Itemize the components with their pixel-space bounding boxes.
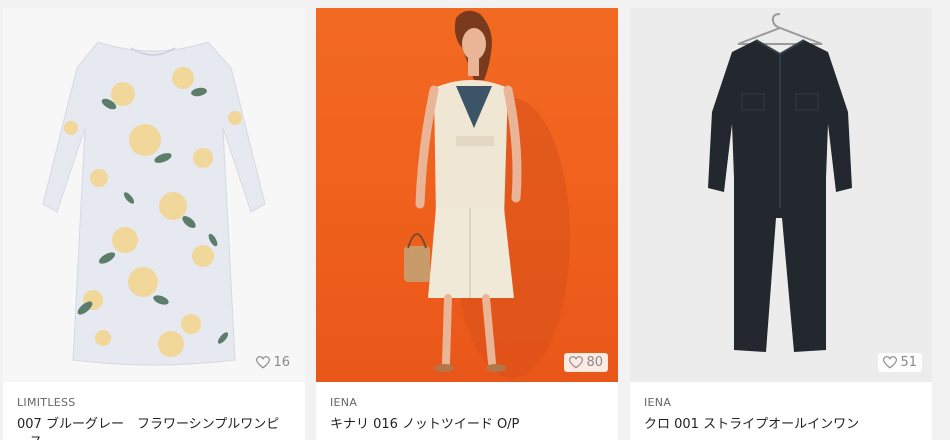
heart-outline-icon (569, 356, 584, 369)
product-card[interactable]: 51 IENA クロ 001 ストライプオールインワン (630, 8, 932, 440)
product-brand[interactable]: IENA (644, 396, 918, 409)
product-name[interactable]: クロ 001 ストライプオールインワン (644, 416, 918, 434)
heart-outline-icon (256, 356, 271, 369)
product-name[interactable]: キナリ 016 ノットツイード O/P (330, 416, 604, 434)
product-card[interactable]: 16 LIMITLESS 007 ブルーグレー フラワーシンプルワンピース (3, 8, 305, 440)
product-brand[interactable]: IENA (330, 396, 604, 409)
product-image-navy-jumpsuit[interactable]: 51 (630, 8, 932, 382)
product-image-floral-dress[interactable]: 16 (3, 8, 305, 382)
navy-jumpsuit-illustration (708, 13, 852, 352)
heart-outline-icon (883, 356, 898, 369)
model-white-dress-illustration (404, 10, 570, 378)
like-count: 16 (273, 355, 290, 370)
like-button[interactable]: 80 (564, 353, 608, 372)
like-button[interactable]: 51 (878, 353, 922, 372)
product-brand[interactable]: LIMITLESS (17, 396, 291, 409)
product-image-model-white-dress[interactable]: 80 (316, 8, 618, 382)
product-name[interactable]: 007 ブルーグレー フラワーシンプルワンピース (17, 416, 291, 440)
like-count: 80 (586, 355, 603, 370)
product-grid: 16 LIMITLESS 007 ブルーグレー フラワーシンプルワンピース (0, 0, 950, 440)
like-button[interactable]: 16 (251, 353, 295, 372)
floral-dress-illustration (42, 41, 266, 366)
like-count: 51 (900, 355, 917, 370)
product-card[interactable]: 80 IENA キナリ 016 ノットツイード O/P (316, 8, 618, 440)
